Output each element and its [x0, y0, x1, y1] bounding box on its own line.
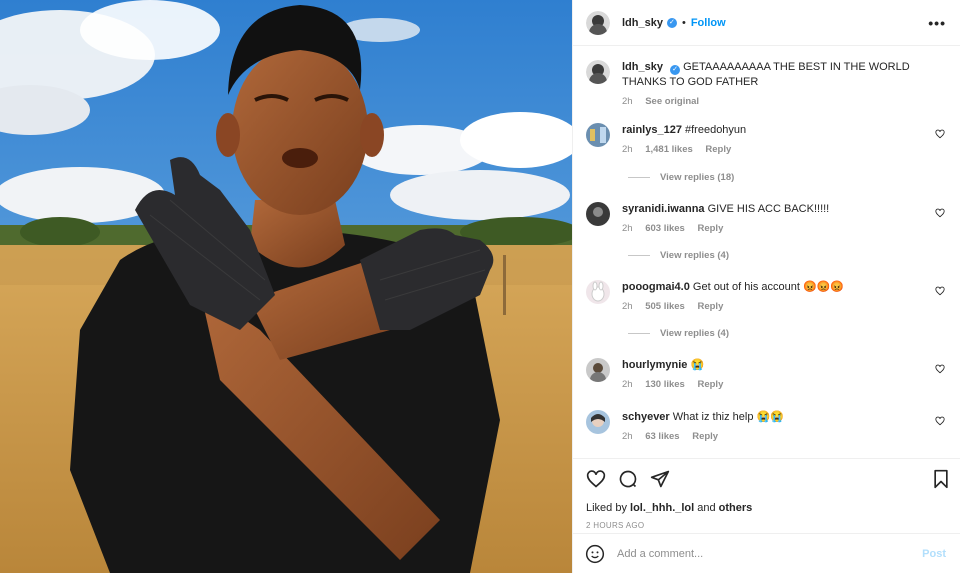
heart-icon[interactable]	[935, 208, 945, 218]
comment-text: 😭	[690, 359, 705, 371]
post-comment-button[interactable]: Post	[922, 548, 946, 560]
post-timestamp[interactable]: 2 HOURS AGO	[586, 521, 644, 530]
caption-text: GETAAAAAAAAA THE BEST IN THE WORLD THANK…	[622, 61, 910, 88]
view-replies-button[interactable]: View replies (4)	[628, 328, 729, 339]
heart-icon[interactable]	[935, 129, 945, 139]
replies-divider	[628, 333, 650, 334]
reply-button[interactable]: Reply	[692, 431, 718, 442]
replies-divider	[628, 177, 650, 178]
view-replies-label: View replies (4)	[660, 328, 729, 339]
comment-item: syranidi.iwanna GIVE HIS ACC BACK!!!!! 2…	[586, 202, 952, 236]
comment-text: What iz thiz help 😭😭	[672, 411, 784, 423]
comment-item: schyever What iz thiz help 😭😭 2h 63 like…	[586, 410, 952, 444]
post-image	[0, 0, 572, 573]
comment-avatar[interactable]	[586, 410, 610, 434]
emoji-icon[interactable]	[585, 544, 605, 564]
comment-icon[interactable]	[618, 469, 638, 489]
comment-avatar[interactable]	[586, 123, 610, 147]
comment-text: #freedohyun	[685, 124, 747, 136]
comment-avatar[interactable]	[586, 280, 610, 304]
comment-text: GIVE HIS ACC BACK!!!!!	[707, 203, 830, 215]
view-replies-label: View replies (4)	[660, 250, 729, 261]
share-icon[interactable]	[650, 469, 670, 489]
comment-time[interactable]: 2h	[622, 431, 633, 442]
comment-username[interactable]: rainlys_127	[622, 124, 682, 136]
see-original-link[interactable]: See original	[645, 96, 699, 107]
reply-button[interactable]: Reply	[697, 223, 723, 234]
comment-likes[interactable]: 130 likes	[645, 379, 685, 390]
caption-time[interactable]: 2h	[622, 96, 633, 107]
view-replies-button[interactable]: View replies (4)	[628, 250, 729, 261]
heart-icon[interactable]	[586, 469, 606, 489]
comment-username[interactable]: schyever	[622, 411, 670, 423]
heart-icon[interactable]	[935, 286, 945, 296]
comment-username[interactable]: hourlymynie	[622, 359, 687, 371]
reply-button[interactable]: Reply	[705, 144, 731, 155]
comments-section[interactable]: ldh_sky ✓ GETAAAAAAAAA THE BEST IN THE W…	[573, 47, 960, 457]
comment-username[interactable]: syranidi.iwanna	[622, 203, 705, 215]
more-options-icon[interactable]: •••	[928, 15, 946, 31]
comment-username[interactable]: pooogmai4.0	[622, 281, 690, 293]
verified-badge-icon: ✓	[670, 65, 681, 75]
comment-likes[interactable]: 505 likes	[645, 301, 685, 312]
comment-time[interactable]: 2h	[622, 301, 633, 312]
post-caption: ldh_sky ✓ GETAAAAAAAAA THE BEST IN THE W…	[586, 60, 940, 109]
likes-middle: and	[694, 502, 719, 514]
replies-divider	[628, 255, 650, 256]
comment-time[interactable]: 2h	[622, 144, 633, 155]
comment-avatar[interactable]	[586, 358, 610, 382]
comment-time[interactable]: 2h	[622, 223, 633, 234]
comment-item: rainlys_127 #freedohyun 2h 1,481 likes R…	[586, 123, 952, 157]
follow-button[interactable]: Follow	[691, 17, 726, 29]
likes-others-link[interactable]: others	[719, 502, 753, 514]
reply-button[interactable]: Reply	[697, 379, 723, 390]
comment-item: hourlymynie 😭 2h 130 likes Reply	[586, 358, 952, 392]
comment-likes[interactable]: 603 likes	[645, 223, 685, 234]
author-avatar[interactable]	[586, 10, 610, 35]
bookmark-icon[interactable]	[931, 469, 951, 489]
verified-badge-icon: ✓	[666, 17, 677, 28]
comment-time[interactable]: 2h	[622, 379, 633, 390]
comment-input[interactable]	[617, 547, 923, 560]
caption-avatar[interactable]	[586, 60, 610, 84]
author-username[interactable]: ldh_sky	[622, 17, 663, 29]
comment-avatar[interactable]	[586, 202, 610, 226]
comment-item: pooogmai4.0 Get out of his account 😡😡😡 2…	[586, 280, 952, 314]
post-header: ldh_sky ✓ • Follow •••	[573, 0, 960, 46]
caption-username[interactable]: ldh_sky	[622, 61, 663, 73]
comment-likes[interactable]: 1,481 likes	[645, 144, 693, 155]
liked-by-user[interactable]: lol._hhh._lol	[630, 502, 694, 514]
likes-summary: Liked by lol._hhh._lol and others	[586, 502, 752, 514]
view-replies-button[interactable]: View replies (18)	[628, 172, 734, 183]
reply-button[interactable]: Reply	[697, 301, 723, 312]
heart-icon[interactable]	[935, 364, 945, 374]
add-comment-bar: Post	[573, 533, 960, 573]
view-replies-label: View replies (18)	[660, 172, 735, 183]
likes-prefix: Liked by	[586, 502, 631, 514]
comment-text: Get out of his account 😡😡😡	[692, 281, 845, 293]
heart-icon[interactable]	[935, 416, 945, 426]
separator-dot: •	[681, 16, 686, 29]
action-bar	[573, 458, 960, 498]
comment-likes[interactable]: 63 likes	[645, 431, 679, 442]
post-photo[interactable]	[0, 0, 572, 573]
post-side-panel: ldh_sky ✓ • Follow ••• ldh_sky ✓ GETAAAA…	[572, 0, 960, 573]
